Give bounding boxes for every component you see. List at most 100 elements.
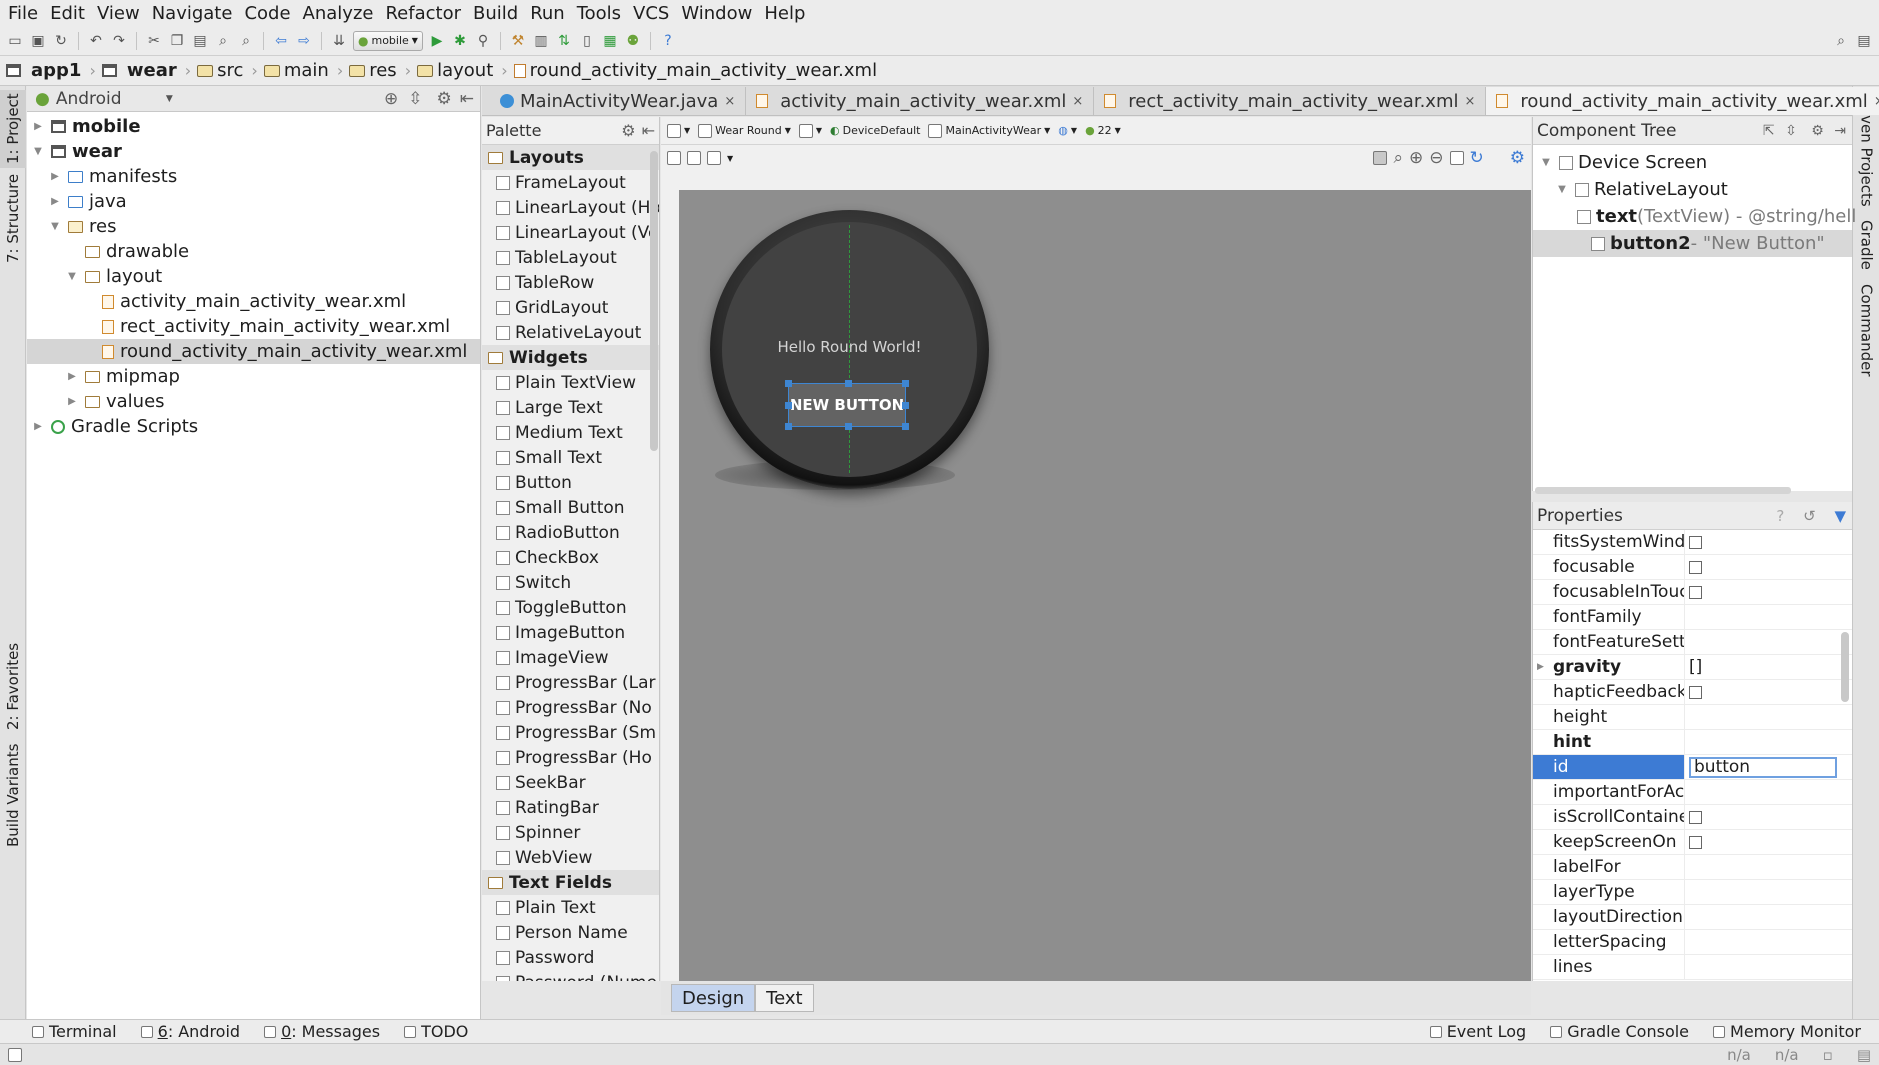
design-canvas[interactable]: Hello Round World! NEW BUTTON (679, 190, 1531, 981)
tree-node-values[interactable]: ▶ values (27, 389, 480, 414)
notifications-icon[interactable]: ▤ (1857, 1046, 1871, 1064)
attach-debugger-icon[interactable]: ⚲ (474, 32, 492, 50)
tree-node-round-activity-main-activity-wear-xml[interactable]: round_activity_main_activity_wear.xml (27, 339, 480, 364)
tree-collapsed-icon[interactable]: ▶ (1537, 662, 1544, 672)
help-icon[interactable]: ? (659, 32, 677, 50)
breadcrumb-item[interactable]: res (349, 60, 404, 81)
menu-file[interactable]: File (4, 3, 46, 24)
property-checkbox[interactable] (1689, 585, 1702, 599)
tree-node-res[interactable]: ▼ res (27, 214, 480, 239)
close-icon[interactable]: × (724, 94, 735, 109)
restore-default-icon[interactable]: ↺ (1803, 507, 1816, 525)
property-checkbox[interactable] (1689, 835, 1702, 849)
gradle-sync-icon[interactable]: ⇅ (555, 32, 573, 50)
palette-item[interactable]: ImageView (482, 645, 659, 670)
palette-item[interactable]: ToggleButton (482, 595, 659, 620)
orientation-select[interactable]: ▼ (798, 123, 822, 138)
property-value[interactable] (1685, 880, 1852, 904)
property-value[interactable] (1685, 705, 1852, 729)
breadcrumb-item[interactable]: wear (101, 60, 185, 81)
run-config-select[interactable]: ● mobile ▼ (353, 30, 423, 51)
tree-node-mobile[interactable]: ▶ mobile (27, 114, 480, 139)
palette-item[interactable]: Password (482, 945, 659, 970)
copy-icon[interactable]: ❐ (168, 32, 186, 50)
chevron-down-icon[interactable]: ▼ (727, 154, 733, 163)
property-row-hapticfeedbacki[interactable]: hapticFeedbackI (1533, 680, 1852, 705)
editor-tab-2[interactable]: rect_activity_main_activity_wear.xml × (1094, 87, 1487, 115)
breadcrumb-item[interactable]: src (197, 60, 251, 81)
palette-item[interactable]: Small Button (482, 495, 659, 520)
property-row-fontfeaturesett[interactable]: fontFeatureSett (1533, 630, 1852, 655)
tree-node-layout[interactable]: ▼ layout (27, 264, 480, 289)
chevron-down-icon[interactable]: ▼ (166, 94, 173, 104)
tree-node-manifests[interactable]: ▶ manifests (27, 164, 480, 189)
resize-handle[interactable] (902, 402, 909, 409)
resize-handle[interactable] (785, 402, 792, 409)
menu-view[interactable]: View (93, 3, 148, 24)
fit-height-icon[interactable] (687, 151, 701, 165)
menu-navigate[interactable]: Navigate (148, 3, 241, 24)
property-value[interactable] (1685, 805, 1852, 829)
fit-width-icon[interactable] (667, 151, 681, 165)
property-row-fontfamily[interactable]: fontFamily (1533, 605, 1852, 630)
tool-window-todo[interactable]: TODO (392, 1022, 480, 1041)
tree-node-drawable[interactable]: drawable (27, 239, 480, 264)
settings-icon[interactable]: ⚙ (1510, 148, 1525, 168)
palette-item[interactable]: ProgressBar (Ho (482, 745, 659, 770)
menu-tools[interactable]: Tools (573, 3, 629, 24)
lock-icon[interactable]: ▫ (1823, 1046, 1833, 1064)
palette-item[interactable]: GridLayout (482, 295, 659, 320)
palette-item[interactable]: Medium Text (482, 420, 659, 445)
tool-window-event-log[interactable]: Event Log (1418, 1022, 1539, 1041)
palette-group-text-fields[interactable]: Text Fields (482, 870, 659, 895)
menu-vcs[interactable]: VCS (629, 3, 677, 24)
tree-node-mipmap[interactable]: ▶ mipmap (27, 364, 480, 389)
scroll-from-source-icon[interactable]: ⊕ (384, 89, 398, 109)
tool-tab-structure[interactable]: 7: Structure (0, 172, 26, 264)
filter-icon[interactable]: ▼ (1834, 507, 1846, 525)
zoom-in-icon[interactable]: ⊕ (1409, 148, 1423, 168)
editor-tab-0[interactable]: MainActivityWear.java × (490, 87, 747, 115)
property-row-lines[interactable]: lines (1533, 955, 1852, 980)
tree-collapsed-icon[interactable]: ▶ (65, 396, 79, 407)
property-value[interactable] (1685, 955, 1852, 979)
property-row-hint[interactable]: hint (1533, 730, 1852, 755)
editor-tab-1[interactable]: activity_main_activity_wear.xml × (746, 87, 1095, 115)
resize-handle[interactable] (902, 380, 909, 387)
property-value[interactable] (1685, 730, 1852, 754)
property-checkbox[interactable] (1689, 535, 1702, 549)
palette-item[interactable]: Plain Text (482, 895, 659, 920)
property-value[interactable]: [] (1685, 655, 1852, 679)
palette-item[interactable]: SeekBar (482, 770, 659, 795)
tree-collapsed-icon[interactable]: ▶ (31, 121, 45, 132)
make-project-icon[interactable]: ⇊ (330, 32, 348, 50)
tree-node-java[interactable]: ▶ java (27, 189, 480, 214)
palette-item[interactable]: Small Text (482, 445, 659, 470)
tree-node-wear[interactable]: ▼ wear (27, 139, 480, 164)
save-icon[interactable]: ▣ (29, 32, 47, 50)
device-monitor-icon[interactable]: ▦ (601, 32, 619, 50)
palette-item[interactable]: Password (Nume (482, 970, 659, 981)
palette-group-layouts[interactable]: Layouts (482, 145, 659, 170)
gear-icon[interactable]: ⚙ (621, 121, 635, 140)
menu-run[interactable]: Run (526, 3, 573, 24)
tree-expanded-icon[interactable]: ▼ (48, 221, 62, 232)
property-value[interactable] (1685, 780, 1852, 804)
locale-select[interactable]: ◍ ▼ (1058, 124, 1077, 137)
palette-item[interactable]: Spinner (482, 820, 659, 845)
collapse-all-icon[interactable]: ⇳ (408, 89, 422, 109)
palette-item[interactable]: ImageButton (482, 620, 659, 645)
tool-tab-project[interactable]: 1: Project (0, 90, 26, 168)
layout-options-icon[interactable] (707, 151, 721, 165)
back-icon[interactable]: ⇦ (272, 32, 290, 50)
palette-item[interactable]: FrameLayout (482, 170, 659, 195)
palette-item[interactable]: Switch (482, 570, 659, 595)
palette-item[interactable]: Person Name (482, 920, 659, 945)
tree-collapsed-icon[interactable]: ▶ (48, 171, 62, 182)
tree-collapsed-icon[interactable]: ▶ (65, 371, 79, 382)
tree-node-gradle-scripts[interactable]: ▶ Gradle Scripts (27, 414, 480, 439)
zoom-fit-icon[interactable] (1373, 151, 1388, 165)
property-row-letterspacing[interactable]: letterSpacing (1533, 930, 1852, 955)
tool-window-gradle-console[interactable]: Gradle Console (1538, 1022, 1701, 1041)
component-tree-node[interactable]: ▼ Device Screen (1533, 149, 1852, 176)
